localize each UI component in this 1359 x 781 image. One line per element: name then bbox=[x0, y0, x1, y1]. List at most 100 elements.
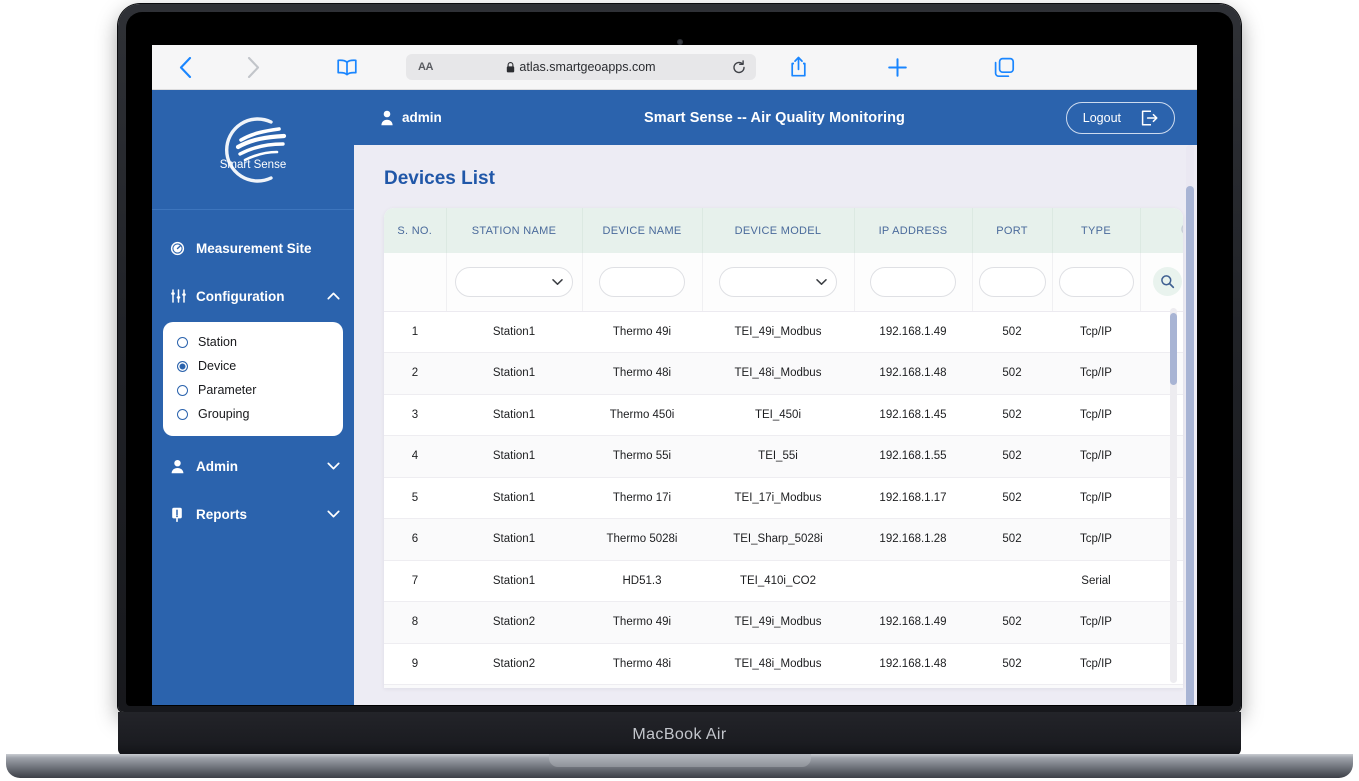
sidebar-item-measurement-site[interactable]: Measurement Site bbox=[152, 224, 354, 272]
cell-type: Tcp/IP bbox=[1080, 408, 1112, 421]
submenu-item-parameter[interactable]: Parameter bbox=[163, 378, 343, 402]
cell-sno: 3 bbox=[411, 408, 419, 421]
web-app: Smart Sense -- Air Quality Monitoring ad… bbox=[152, 90, 1197, 705]
cell-type: Tcp/IP bbox=[1080, 657, 1112, 670]
cell-station: Station1 bbox=[492, 367, 536, 380]
url-text-wrap: atlas.smartgeoapps.com bbox=[406, 60, 756, 74]
table-row[interactable]: 5 Station1 Thermo 17i TEI_17i_Modbus 192… bbox=[384, 477, 1183, 519]
chevron-up-icon[interactable] bbox=[324, 292, 340, 300]
table-filter-row bbox=[384, 253, 1183, 312]
devices-table-card: S. NO. STATION NAME DEVICE NAME DEVICE M… bbox=[384, 208, 1183, 688]
column-header-station-name[interactable]: STATION NAME bbox=[446, 208, 583, 253]
submenu-item-station[interactable]: Station bbox=[163, 330, 343, 354]
main-content: Devices List S. NO. STATION NAME DEVICE … bbox=[354, 145, 1197, 705]
share-icon bbox=[790, 56, 807, 78]
reader-view-button[interactable] bbox=[288, 58, 406, 77]
table-row[interactable]: 7 Station1 HD51.3 TEI_410i_CO2 Serial bbox=[384, 560, 1183, 602]
cell-ip: 192.168.1.28 bbox=[879, 533, 947, 546]
device-model-select-wrap bbox=[719, 266, 837, 297]
sidebar: Smart Sense Measurement Site Configurati… bbox=[152, 90, 354, 705]
configuration-submenu: Station Device Parameter Grouping bbox=[163, 322, 343, 436]
cell-model: TEI_17i_Modbus bbox=[734, 491, 822, 504]
cell-model: TEI_450i bbox=[754, 408, 802, 421]
cell-sno: 4 bbox=[411, 450, 419, 463]
show-tabs-button[interactable] bbox=[954, 57, 1054, 78]
submenu-item-device[interactable]: Device bbox=[163, 354, 343, 378]
device-model-filter-select[interactable] bbox=[719, 266, 837, 297]
sidebar-item-configuration[interactable]: Configuration bbox=[152, 272, 354, 320]
column-header-device-model[interactable]: DEVICE MODEL bbox=[702, 208, 855, 253]
radio-icon bbox=[177, 408, 188, 420]
device-name-filter-input[interactable] bbox=[599, 266, 685, 297]
chevron-down-icon[interactable] bbox=[324, 510, 340, 518]
user-icon bbox=[380, 110, 394, 126]
table-scrollbar-thumb[interactable] bbox=[1170, 313, 1177, 385]
table-row[interactable]: 10 Station2 Thermo 146i TEI_146i_Modbus … bbox=[384, 684, 1183, 689]
station-name-filter-select[interactable] bbox=[455, 266, 573, 297]
cell-port: 502 bbox=[972, 685, 1052, 689]
forward-button[interactable] bbox=[218, 56, 288, 78]
cell-device: Thermo 49i bbox=[612, 325, 672, 338]
cell-ip: 192.168.1.49 bbox=[879, 616, 947, 629]
devices-table: S. NO. STATION NAME DEVICE NAME DEVICE M… bbox=[384, 208, 1183, 688]
column-header-search[interactable] bbox=[1140, 208, 1183, 253]
submenu-item-grouping[interactable]: Grouping bbox=[163, 402, 343, 426]
cell-sno: 7 bbox=[411, 574, 419, 587]
cell-ip: 192.168.1.48 bbox=[879, 367, 947, 380]
sidebar-item-label: Measurement Site bbox=[196, 240, 312, 256]
filter-cell-actions bbox=[1140, 253, 1183, 312]
share-button[interactable] bbox=[756, 56, 840, 78]
table-row[interactable]: 3 Station1 Thermo 450i TEI_450i 192.168.… bbox=[384, 394, 1183, 436]
filter-cell-device-model bbox=[702, 253, 855, 312]
sidebar-item-admin[interactable]: Admin bbox=[152, 442, 354, 490]
column-header-port[interactable]: PORT bbox=[972, 208, 1053, 253]
cell-model: TEI_55i bbox=[758, 450, 798, 463]
cell-port: 502 bbox=[1002, 533, 1022, 546]
logout-button[interactable]: Logout bbox=[1065, 101, 1175, 134]
reload-button[interactable] bbox=[732, 59, 746, 75]
chevron-down-icon[interactable] bbox=[324, 462, 340, 470]
column-header-type[interactable]: TYPE bbox=[1052, 208, 1141, 253]
chevron-left-icon bbox=[179, 56, 192, 78]
page-scrollbar-thumb[interactable] bbox=[1186, 186, 1194, 705]
cell-device: Thermo 49i bbox=[612, 616, 672, 629]
column-header-device-name[interactable]: DEVICE NAME bbox=[582, 208, 703, 253]
cell-type: Serial bbox=[1081, 574, 1111, 587]
cell-device: Thermo 48i bbox=[612, 367, 672, 380]
sidebar-item-reports[interactable]: Reports bbox=[152, 490, 354, 538]
back-button[interactable] bbox=[152, 56, 218, 78]
tabs-icon bbox=[994, 57, 1015, 78]
column-header-sno[interactable]: S. NO. bbox=[384, 208, 447, 253]
logout-icon bbox=[1141, 109, 1158, 126]
cell-type: Tcp/IP bbox=[1080, 450, 1112, 463]
filter-cell-ip-address bbox=[854, 253, 973, 312]
table-row[interactable]: 8 Station2 Thermo 49i TEI_49i_Modbus 192… bbox=[384, 601, 1183, 643]
type-filter-input[interactable] bbox=[1058, 266, 1134, 297]
app-logo[interactable]: Smart Sense bbox=[152, 90, 354, 210]
table-row[interactable]: 6 Station1 Thermo 5028i TEI_Sharp_5028i … bbox=[384, 518, 1183, 560]
search-icon bbox=[1160, 274, 1175, 289]
table-row[interactable]: 1 Station1 Thermo 49i TEI_49i_Modbus 192… bbox=[384, 311, 1183, 353]
cell-station: Station1 bbox=[492, 450, 536, 463]
search-button[interactable] bbox=[1153, 267, 1183, 297]
chevron-right-icon bbox=[247, 56, 260, 78]
ip-address-filter-input[interactable] bbox=[870, 266, 956, 297]
cell-device: Thermo 17i bbox=[612, 491, 672, 504]
cell-ip: 192.168.1.45 bbox=[879, 408, 947, 421]
gauge-icon bbox=[170, 241, 196, 256]
table-row[interactable]: 9 Station2 Thermo 48i TEI_48i_Modbus 192… bbox=[384, 643, 1183, 685]
device-model-label: MacBook Air bbox=[632, 726, 727, 743]
logo-text: Smart Sense bbox=[220, 159, 286, 171]
address-bar[interactable]: AA atlas.smartgeoapps.com bbox=[406, 54, 756, 80]
cell-port: 502 bbox=[1002, 408, 1022, 421]
book-icon bbox=[336, 58, 358, 77]
table-row[interactable]: 4 Station1 Thermo 55i TEI_55i 192.168.1.… bbox=[384, 435, 1183, 477]
port-filter-input[interactable] bbox=[978, 266, 1046, 297]
column-header-ip-address[interactable]: IP ADDRESS bbox=[854, 208, 973, 253]
laptop-base-notch bbox=[548, 754, 811, 767]
cell-model: TEI_48i_Modbus bbox=[734, 657, 822, 670]
text-size-button[interactable]: AA bbox=[418, 61, 433, 73]
new-tab-button[interactable] bbox=[840, 57, 954, 78]
table-row[interactable]: 2 Station1 Thermo 48i TEI_48i_Modbus 192… bbox=[384, 352, 1183, 394]
cell-port: 502 bbox=[1002, 325, 1022, 338]
